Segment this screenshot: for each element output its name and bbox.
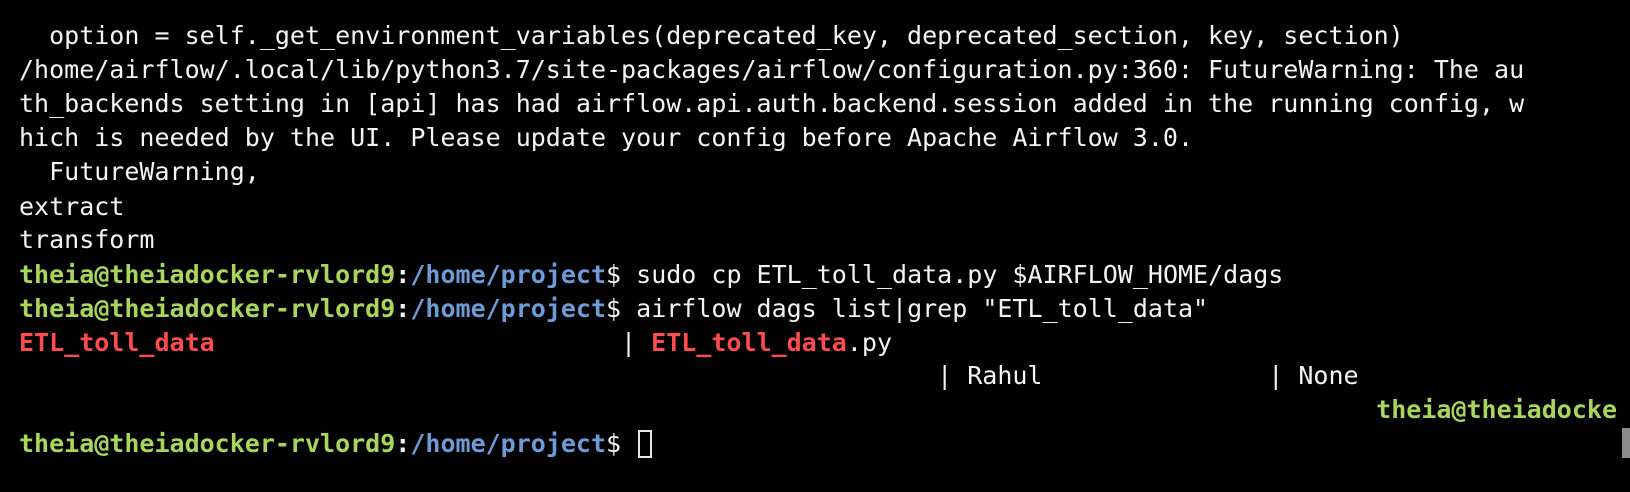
prompt-dollar: $ [606,429,622,458]
command-text: sudo cp ETL_toll_data.py $AIRFLOW_HOME/d… [621,260,1284,289]
text-cursor[interactable] [638,430,653,458]
wrapped-prompt: theia@theiadocke [1376,393,1617,427]
output-line: /home/airflow/.local/lib/python3.7/site-… [19,55,1525,84]
output-line: option = self._get_environment_variables… [19,21,1404,50]
grep-result-line-2: | Rahul | None [19,361,1359,390]
output-line: transform [19,225,155,254]
command-line: theia@theiadocker-rvlord9:/home/project$… [19,292,1208,326]
output-line: hich is needed by the UI. Please update … [19,123,1193,152]
prompt-path: /home/project [410,260,607,289]
grep-match-dag-id: ETL_toll_data [19,328,215,357]
prompt-path: /home/project [410,294,607,323]
grep-separator: | [214,328,652,357]
command-line: theia@theiadocker-rvlord9:/home/project$… [19,258,1283,292]
grep-match-filepath: ETL_toll_data [651,328,847,357]
output-line: FutureWarning, [19,157,260,186]
prompt-dollar: $ [606,294,622,323]
prompt-colon: : [395,294,411,323]
terminal-window[interactable]: option = self._get_environment_variables… [0,0,1630,492]
prompt-user-host: theia@theiadocker-rvlord9 [19,260,396,289]
filepath-extension: .py [846,328,892,357]
output-line: th_backends setting in [api] has had air… [19,89,1525,118]
active-prompt-line[interactable]: theia@theiadocker-rvlord9:/home/project$ [19,427,653,461]
prompt-colon: : [395,429,411,458]
prompt-dollar: $ [606,260,622,289]
prompt-colon: : [395,260,411,289]
scrollbar-thumb[interactable] [1622,428,1630,458]
prompt-user-host: theia@theiadocker-rvlord9 [19,429,396,458]
grep-result-line: ETL_toll_data | ETL_toll_data.py [19,326,892,360]
prompt-user-host: theia@theiadocker-rvlord9 [19,294,396,323]
command-text: airflow dags list|grep "ETL_toll_data" [621,294,1209,323]
prompt-path: /home/project [410,429,607,458]
prompt-user-host-wrapped: theia@theiadocke [1376,395,1617,424]
output-line: extract [19,192,125,221]
